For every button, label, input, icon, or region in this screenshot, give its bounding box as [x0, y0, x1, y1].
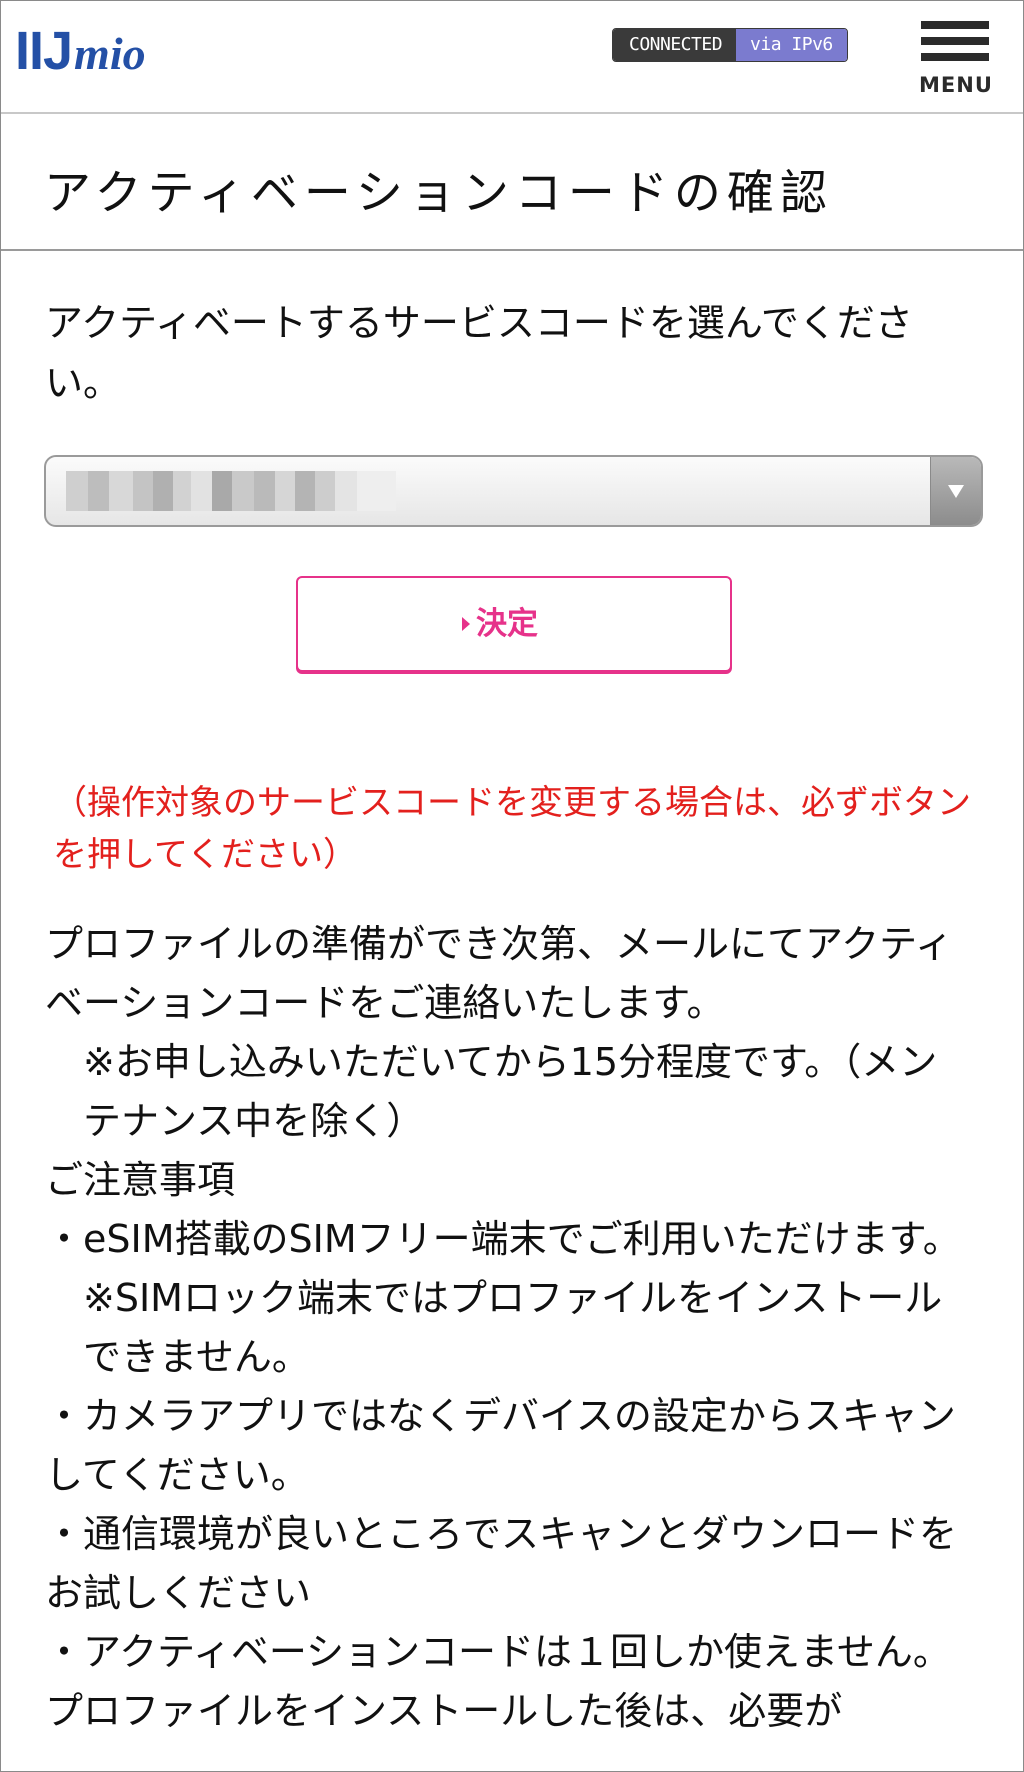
hamburger-icon-bar-3 — [921, 53, 989, 61]
menu-label: MENU — [919, 73, 993, 97]
note-item: ・通信環境が良いところでスキャンとダウンロードをお試しください — [45, 1512, 958, 1615]
page-title: アクティベーションコードの確認 — [44, 166, 833, 221]
select-dropdown-button[interactable] — [930, 457, 981, 525]
page-title-area: アクティベーションコードの確認 — [1, 114, 1023, 251]
connection-status-badge: CONNECTED via IPv6 — [612, 28, 848, 62]
redacted-value-mosaic — [66, 471, 397, 511]
menu-button[interactable]: MENU — [919, 21, 993, 103]
logo-iij-text: IIJ — [15, 21, 73, 81]
status-connected: CONNECTED — [613, 29, 737, 61]
change-notice: （操作対象のサービスコードを変更する場合は、必ずボタンを押してください） — [53, 783, 971, 875]
hamburger-icon — [921, 21, 989, 29]
note-item: ・eSIM搭載のSIMフリー端末でご利用いただけます。 — [45, 1217, 961, 1261]
info-paragraph: ※お申し込みいただいてから15分程度です。（メンテナンス中を除く） — [83, 1040, 938, 1143]
decide-button[interactable]: 決定 — [296, 576, 732, 672]
chevron-down-icon — [948, 485, 964, 498]
note-item: ・カメラアプリではなくデバイスの設定からスキャンしてください。 — [45, 1394, 956, 1497]
play-triangle-icon — [462, 617, 470, 631]
select-instruction: アクティベートするサービスコードを選んでください。 — [45, 301, 913, 405]
page-frame: IIJ mio CONNECTED via IPv6 MENU アクティベーショ… — [0, 0, 1024, 1772]
notes-heading: ご注意事項 — [45, 1158, 236, 1202]
decide-button-label: 決定 — [476, 606, 538, 642]
info-paragraph: プロファイルの準備ができ次第、メールにてアクティベーションコードをご連絡いたしま… — [45, 922, 953, 1025]
logo-mio-text: mio — [74, 28, 146, 79]
status-via-ipv6: via IPv6 — [736, 29, 847, 61]
info-text: プロファイルの準備ができ次第、メールにてアクティベーションコードをご連絡いたしま… — [45, 915, 975, 1741]
iijmio-logo[interactable]: IIJ mio — [15, 23, 146, 79]
service-code-select[interactable]: hdxxxxxxxxx — [44, 455, 983, 527]
site-header: IIJ mio CONNECTED via IPv6 MENU — [1, 1, 1023, 114]
note-item: ・アクティベーションコードは１回しか使えません。プロファイルをインストールした後… — [45, 1630, 951, 1733]
hamburger-icon-bar-2 — [921, 37, 989, 45]
note-item: ※SIMロック端末ではプロファイルをインストールできません。 — [83, 1276, 943, 1379]
